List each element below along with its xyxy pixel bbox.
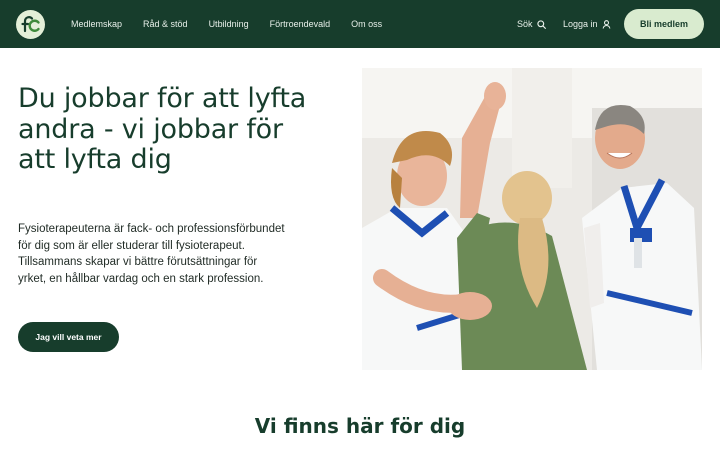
search-button[interactable]: Sök xyxy=(517,0,546,48)
search-label: Sök xyxy=(517,19,533,29)
user-icon xyxy=(602,19,610,29)
nav-item-fortroendevald[interactable]: Förtroendevald xyxy=(270,19,331,29)
hero-title: Du jobbar för att lyfta andra - vi jobba… xyxy=(18,83,307,175)
nav-item-utbildning[interactable]: Utbildning xyxy=(209,19,249,29)
site-header: Medlemskap Råd & stöd Utbildning Förtroe… xyxy=(0,0,720,48)
nav-item-rad-stod[interactable]: Råd & stöd xyxy=(143,19,188,29)
read-more-button[interactable]: Jag vill veta mer xyxy=(18,322,119,352)
main-nav: Medlemskap Råd & stöd Utbildning Förtroe… xyxy=(71,0,382,48)
join-button[interactable]: Bli medlem xyxy=(624,9,704,39)
login-button[interactable]: Logga in xyxy=(563,0,611,48)
fysioterapeuterna-logo[interactable] xyxy=(16,10,45,39)
hero-description: Fysioterapeuterna är fack- och professio… xyxy=(18,223,285,285)
search-icon xyxy=(536,19,546,29)
hero-photo xyxy=(362,68,702,370)
login-label: Logga in xyxy=(563,19,598,29)
section-title: Vi finns här för dig xyxy=(254,414,466,438)
nav-item-medlemskap[interactable]: Medlemskap xyxy=(71,19,122,29)
nav-item-om-oss[interactable]: Om oss xyxy=(351,19,382,29)
